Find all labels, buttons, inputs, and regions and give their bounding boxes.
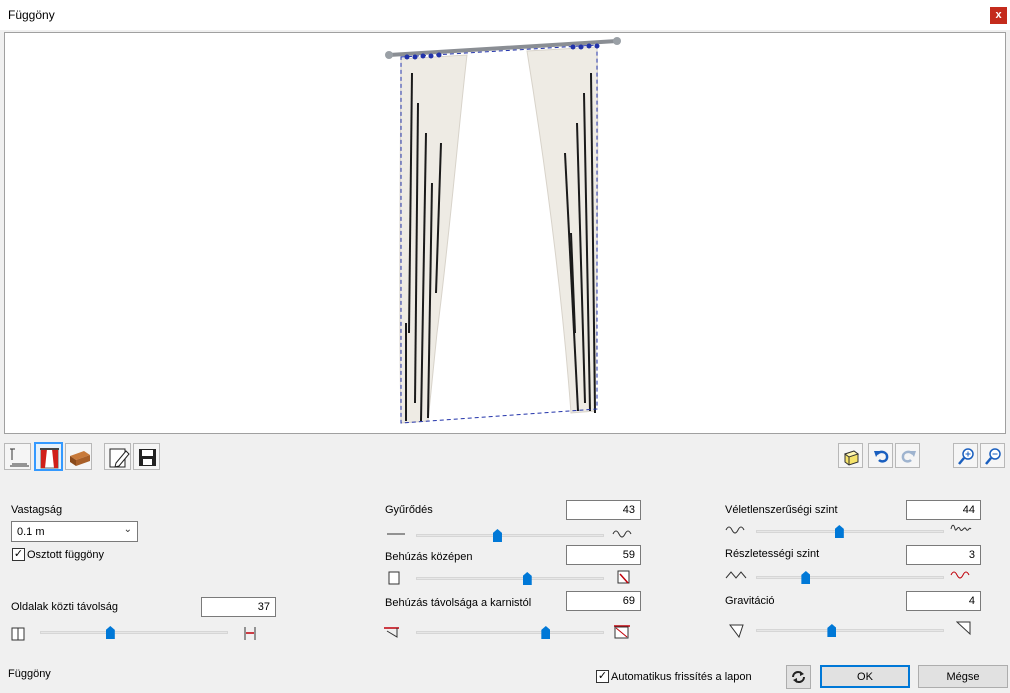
view-3d-button[interactable]	[838, 443, 863, 468]
high-detail-icon	[950, 571, 970, 579]
thickness-label: Vastagság	[11, 504, 63, 516]
dimensions-icon	[10, 448, 29, 467]
side-distance-slider[interactable]	[40, 626, 228, 639]
check-icon: ✓	[13, 548, 24, 560]
side-distance-input[interactable]: 37	[201, 597, 276, 617]
save-button[interactable]	[133, 443, 160, 470]
redo-button	[895, 443, 920, 468]
ok-button[interactable]: OK	[820, 665, 910, 688]
auto-refresh-checkbox[interactable]: ✓	[596, 670, 609, 683]
rod-gather-slider-thumb[interactable]	[541, 626, 551, 639]
dimensions-button[interactable]	[4, 443, 31, 470]
center-gather-input[interactable]: 59	[566, 545, 641, 565]
detail-level-input[interactable]: 3	[906, 545, 981, 565]
randomness-slider-thumb[interactable]	[834, 525, 844, 538]
center-gather-label: Behúzás középen	[385, 551, 473, 563]
zoom-out-button[interactable]	[980, 443, 1005, 468]
side-distance-label: Oldalak közti távolság	[11, 601, 118, 613]
refresh-button[interactable]	[786, 665, 811, 689]
zoom-in-button[interactable]	[953, 443, 978, 468]
save-icon	[139, 449, 156, 466]
detail-level-slider[interactable]	[756, 571, 944, 584]
edit-button[interactable]	[104, 443, 131, 470]
curtain-preview[interactable]	[4, 32, 1006, 434]
material-button[interactable]	[65, 443, 92, 470]
wrinkle-input[interactable]: 43	[566, 500, 641, 520]
cancel-button[interactable]: Mégse	[918, 665, 1008, 688]
chevron-down-icon: ⌄	[123, 524, 132, 535]
thickness-value: 0.1 m	[17, 526, 45, 538]
curtain-icon	[40, 448, 59, 469]
wrinkle-slider[interactable]	[416, 529, 604, 542]
low-gravity-icon	[729, 624, 744, 639]
edit-icon	[109, 448, 130, 468]
detail-level-slider-thumb[interactable]	[801, 571, 811, 584]
curtain-render	[385, 37, 621, 424]
center-gather-min-icon	[388, 571, 400, 585]
side-distance-min-icon	[11, 627, 25, 641]
gravity-input[interactable]: 4	[906, 591, 981, 611]
title-bar: Függöny x	[0, 0, 1010, 30]
split-curtain-checkbox[interactable]: ✓	[12, 548, 25, 561]
curtain-button[interactable]	[34, 442, 63, 471]
wave-icon	[612, 530, 632, 538]
material-icon	[70, 451, 90, 466]
zoom-in-icon	[958, 448, 974, 465]
gravity-slider-thumb[interactable]	[827, 624, 837, 637]
detail-level-label: Részletességi szint	[725, 548, 820, 560]
close-button[interactable]: x	[990, 7, 1007, 24]
irregular-wave-icon	[950, 524, 972, 532]
low-detail-icon	[725, 571, 747, 579]
thickness-select[interactable]: 0.1 m ⌄	[11, 521, 138, 542]
flat-line-icon	[387, 533, 405, 535]
center-gather-slider[interactable]	[416, 572, 604, 585]
side-distance-max-icon	[244, 627, 256, 640]
high-gravity-icon	[956, 621, 971, 636]
undo-icon	[874, 450, 889, 463]
rod-gather-label: Behúzás távolsága a karnistól	[385, 597, 532, 609]
close-icon: x	[995, 9, 1002, 21]
undo-button[interactable]	[868, 443, 893, 468]
rod-gather-min-icon	[384, 627, 399, 638]
rod-gather-input[interactable]: 69	[566, 591, 641, 611]
randomness-input[interactable]: 44	[906, 500, 981, 520]
center-gather-max-icon	[617, 570, 630, 584]
cube-icon	[843, 450, 860, 466]
check-icon: ✓	[597, 670, 608, 682]
auto-refresh-label: Automatikus frissítés a lapon	[611, 671, 752, 683]
wrinkle-slider-thumb[interactable]	[492, 529, 502, 542]
zoom-out-icon	[985, 448, 1001, 465]
randomness-slider[interactable]	[756, 525, 944, 538]
gravity-label: Gravitáció	[725, 595, 775, 607]
center-gather-slider-thumb[interactable]	[522, 572, 532, 585]
rod-gather-max-icon	[614, 625, 630, 639]
wrinkle-label: Gyűrődés	[385, 504, 433, 516]
split-curtain-label: Osztott függöny	[27, 549, 105, 561]
refresh-icon	[792, 671, 805, 683]
small-wave-icon	[725, 526, 745, 534]
redo-icon	[901, 450, 916, 463]
window-title: Függöny	[8, 8, 55, 22]
randomness-label: Véletlenszerűségi szint	[725, 504, 838, 516]
gravity-slider[interactable]	[756, 624, 944, 637]
side-distance-slider-thumb[interactable]	[105, 626, 115, 639]
rod-gather-slider[interactable]	[416, 626, 604, 639]
status-text: Függöny	[8, 668, 51, 680]
